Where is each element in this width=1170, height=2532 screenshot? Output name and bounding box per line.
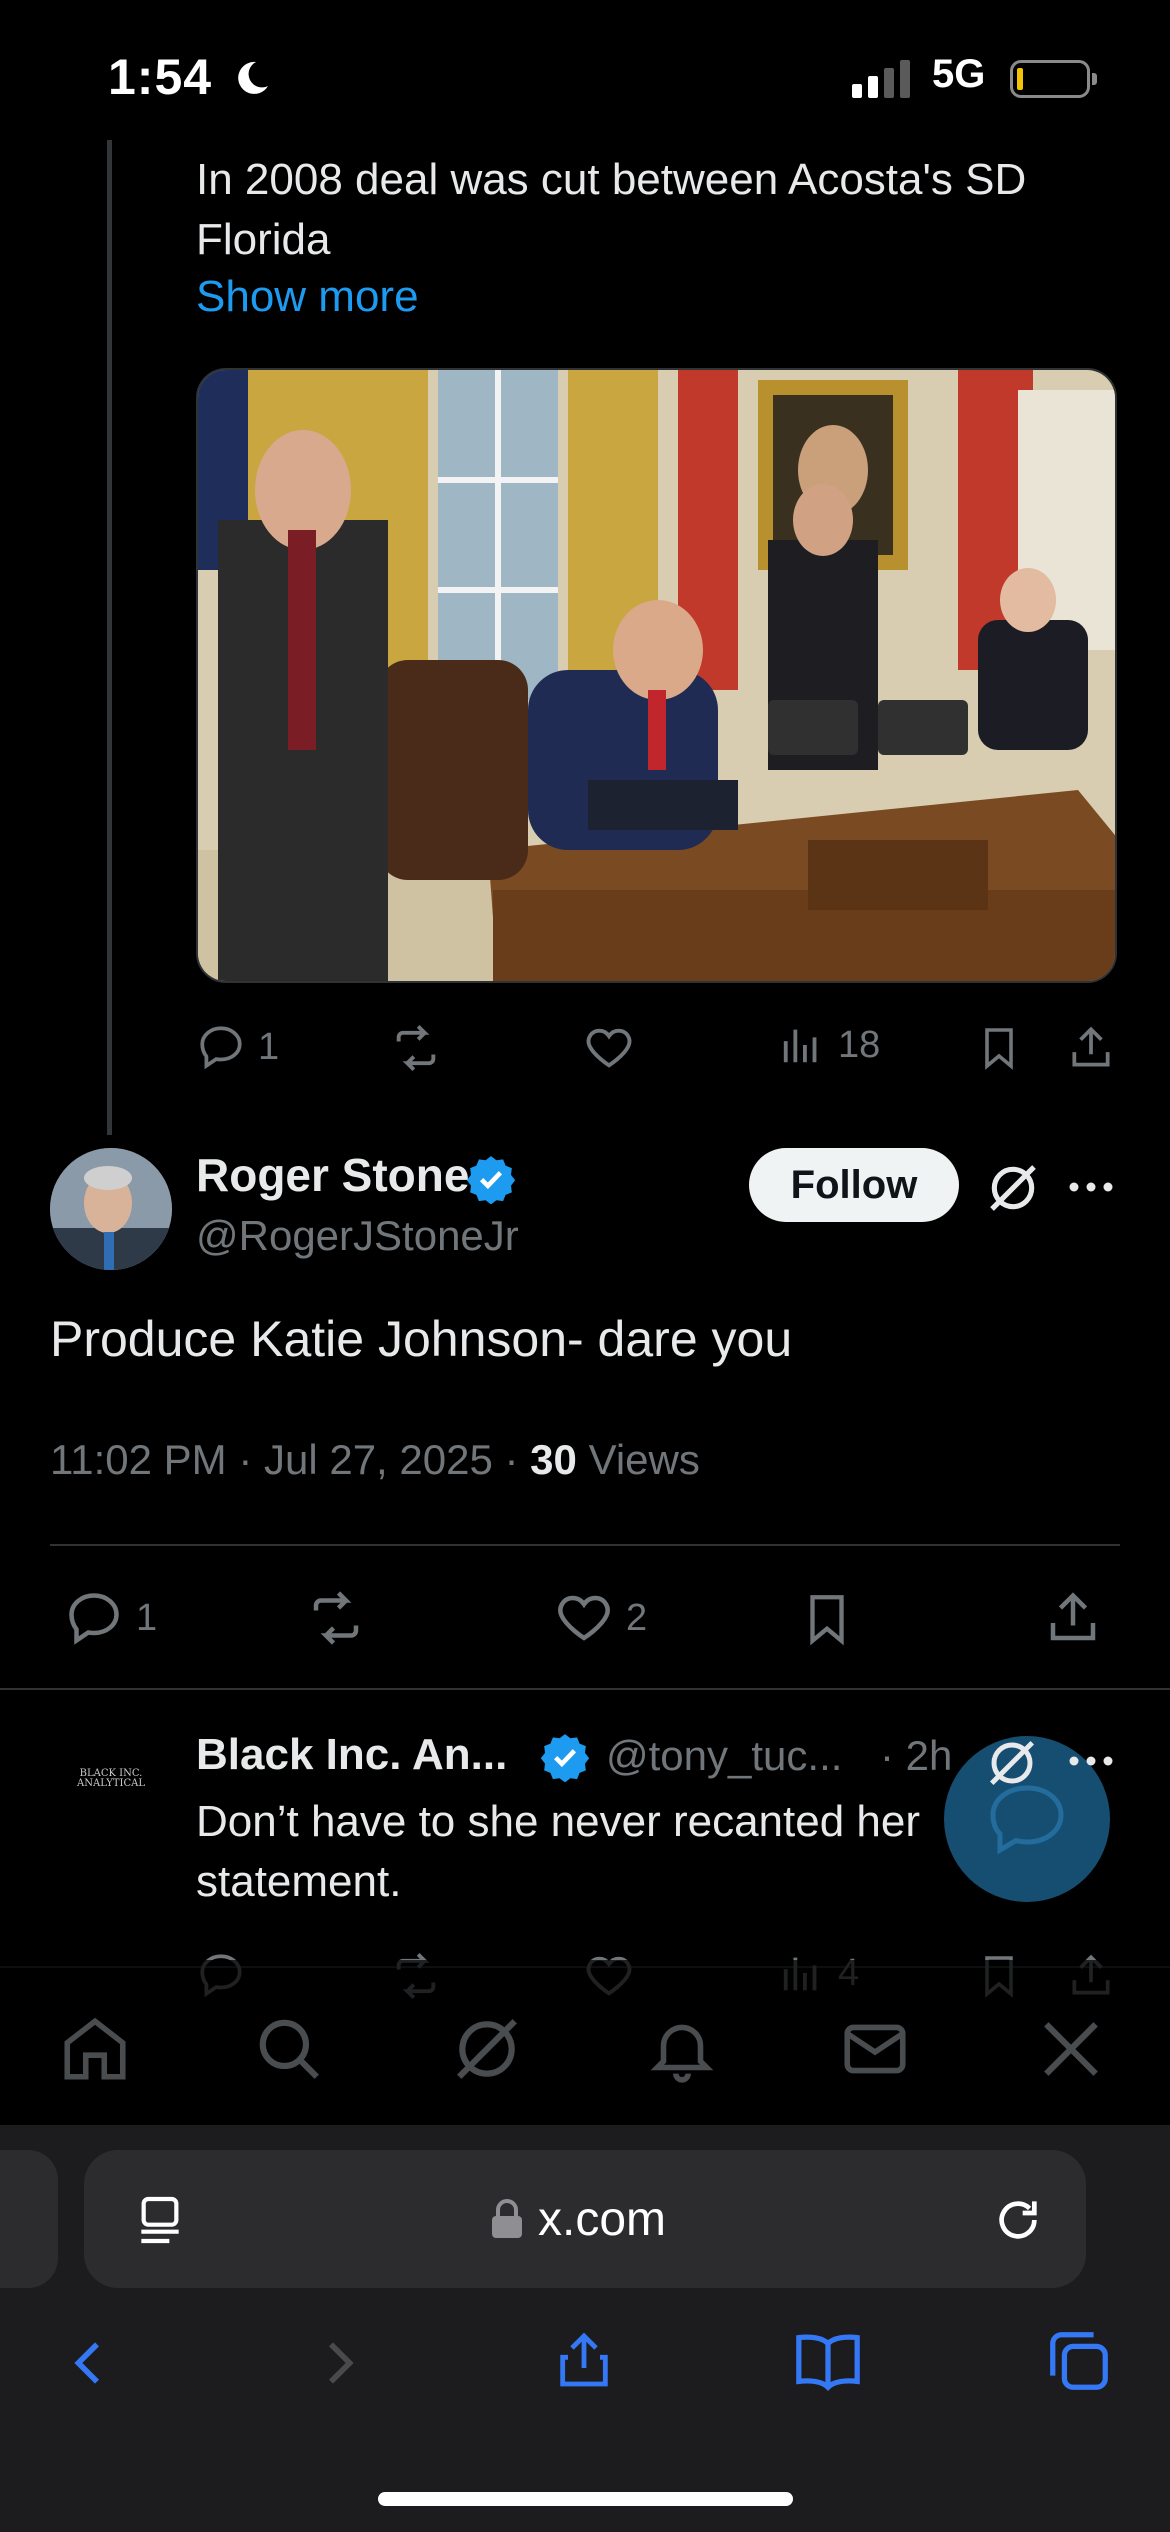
reply-icon bbox=[200, 1026, 242, 1070]
reply-avatar[interactable]: BLACK INC. ANALYTICAL bbox=[50, 1718, 172, 1840]
share-icon[interactable] bbox=[1066, 1022, 1116, 1074]
network-type: 5G bbox=[932, 52, 986, 96]
verified-badge-icon bbox=[466, 1156, 516, 1204]
divider bbox=[0, 1688, 1170, 1690]
tweet-image[interactable] bbox=[196, 368, 1117, 983]
notifications-icon[interactable] bbox=[645, 2012, 719, 2086]
reply-display-name[interactable]: Black Inc. An... bbox=[196, 1730, 507, 1780]
grok-tab-icon[interactable] bbox=[450, 2012, 524, 2086]
oval-office-photo bbox=[198, 370, 1115, 981]
lock-icon bbox=[492, 2199, 522, 2238]
retweet-icon bbox=[396, 1024, 436, 1072]
bookmark-icon[interactable] bbox=[798, 1588, 856, 1650]
home-indicator bbox=[378, 2492, 793, 2506]
tweet-text: Produce Katie Johnson- dare you bbox=[50, 1311, 793, 1367]
reply-text-line2: statement. bbox=[196, 1857, 402, 1906]
avatar-photo bbox=[50, 1148, 172, 1270]
battery-icon bbox=[1010, 60, 1097, 98]
meta-separator: · bbox=[238, 1436, 264, 1483]
views-button[interactable]: 18 bbox=[780, 1022, 880, 1068]
grok-icon[interactable] bbox=[985, 1160, 1041, 1216]
reply-icon bbox=[69, 1593, 119, 1645]
moon-icon bbox=[238, 61, 268, 94]
grok-icon[interactable] bbox=[985, 1736, 1039, 1790]
meta-separator: · bbox=[504, 1436, 531, 1483]
show-more-link[interactable]: Show more bbox=[196, 272, 419, 322]
like-count: 2 bbox=[626, 1596, 648, 1639]
tweet-meta: 11:02 PM · Jul 27, 2025 · 30 Views bbox=[50, 1436, 700, 1484]
reply-count: 1 bbox=[258, 1025, 280, 1068]
views-icon bbox=[783, 1029, 817, 1063]
views-count: 18 bbox=[838, 1023, 881, 1066]
verified-badge-icon bbox=[540, 1734, 590, 1782]
thread-line bbox=[107, 140, 112, 1135]
parent-tweet-text-line1: In 2008 deal was cut between Acosta's SD bbox=[196, 155, 1027, 204]
heart-icon bbox=[586, 1028, 632, 1068]
reply-time: · 2h bbox=[880, 1732, 953, 1779]
more-options-icon[interactable] bbox=[1068, 1172, 1114, 1202]
share-sheet-icon[interactable] bbox=[552, 2322, 616, 2398]
forward-icon[interactable] bbox=[310, 2330, 366, 2396]
x-logo-icon[interactable] bbox=[1034, 2012, 1108, 2086]
like-button[interactable] bbox=[583, 1022, 635, 1074]
reload-icon[interactable] bbox=[990, 2192, 1046, 2248]
home-icon[interactable] bbox=[58, 2012, 132, 2086]
like-button[interactable]: 2 bbox=[554, 1588, 647, 1648]
signal-icon bbox=[852, 60, 910, 98]
avatar[interactable] bbox=[50, 1148, 172, 1270]
follow-button[interactable]: Follow bbox=[749, 1148, 959, 1222]
views-number: 30 bbox=[530, 1436, 577, 1483]
x-tab-bar bbox=[0, 1960, 1170, 2125]
more-options-icon[interactable] bbox=[1068, 1746, 1114, 1776]
heart-icon bbox=[558, 1595, 610, 1641]
status-time: 1:54 bbox=[108, 49, 213, 105]
tweet-time: 11:02 PM bbox=[50, 1436, 227, 1483]
reply-handle[interactable]: @tony_tuc... bbox=[606, 1732, 842, 1780]
bookmarks-icon[interactable] bbox=[790, 2326, 866, 2396]
bookmark-icon[interactable] bbox=[975, 1022, 1023, 1074]
handle[interactable]: @RogerJStoneJr bbox=[196, 1212, 519, 1260]
share-icon[interactable] bbox=[1043, 1588, 1103, 1648]
reply-button[interactable]: 1 bbox=[64, 1588, 157, 1648]
parent-tweet-text-line2: Florida bbox=[196, 215, 331, 264]
messages-icon[interactable] bbox=[838, 2012, 912, 2086]
reader-icon[interactable] bbox=[132, 2192, 188, 2248]
search-icon[interactable] bbox=[252, 2012, 326, 2086]
tabs-icon[interactable] bbox=[1044, 2326, 1114, 2396]
display-name[interactable]: Roger Stone bbox=[196, 1148, 469, 1202]
tweet-date: Jul 27, 2025 bbox=[263, 1436, 493, 1483]
retweet-button[interactable] bbox=[390, 1022, 442, 1074]
views-label: Views bbox=[588, 1436, 700, 1483]
divider bbox=[50, 1544, 1120, 1546]
reply-button[interactable]: 1 bbox=[196, 1022, 279, 1072]
reply-count: 1 bbox=[136, 1596, 158, 1639]
retweet-icon bbox=[313, 1591, 359, 1645]
reply-avatar-text: BLACK INC. ANALYTICAL bbox=[77, 1768, 145, 1789]
retweet-button[interactable] bbox=[304, 1588, 368, 1648]
reply-text-line1: Don’t have to she never recanted her bbox=[196, 1797, 921, 1846]
url-text[interactable]: x.com bbox=[538, 2192, 666, 2247]
previous-tab-peek[interactable] bbox=[0, 2150, 58, 2288]
back-icon[interactable] bbox=[62, 2330, 118, 2396]
